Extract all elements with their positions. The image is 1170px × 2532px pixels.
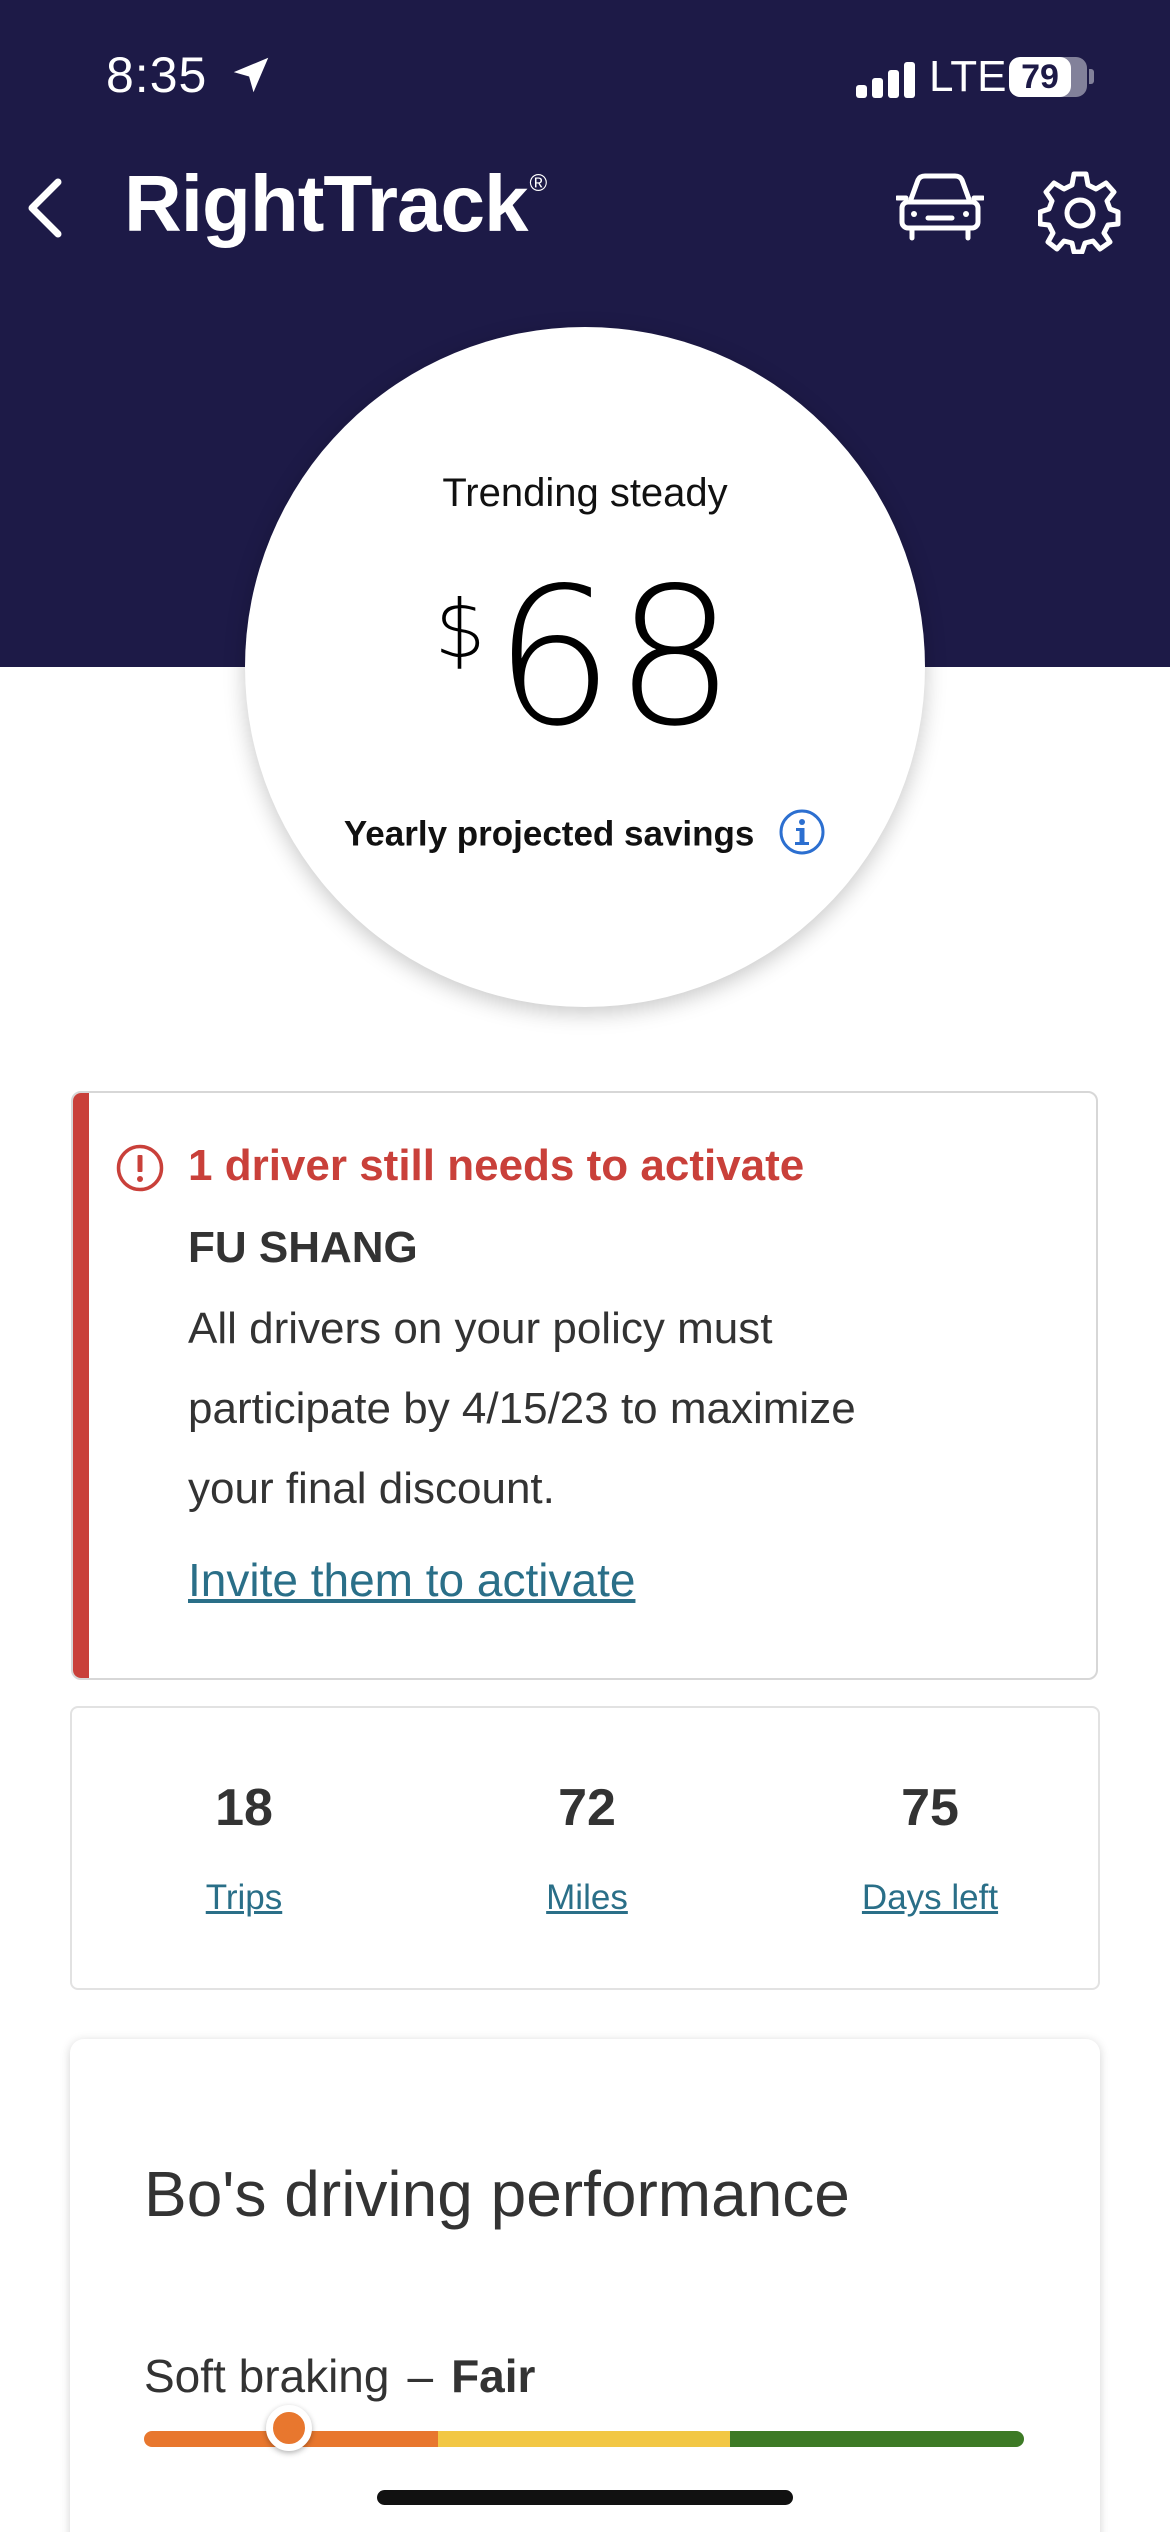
alert-message: All drivers on your policy must particip…	[188, 1304, 856, 1513]
status-bar: 8:35 LTE 79	[0, 0, 1170, 150]
separator: –	[407, 2350, 434, 2402]
scale-segment-good	[730, 2431, 1024, 2447]
activation-alert: 1 driver still needs to activate FU SHAN…	[71, 1091, 1098, 1680]
metric-rating: Fair	[451, 2350, 536, 2402]
savings-label: Yearly projected savings	[343, 814, 755, 854]
savings-card: Trending steady $68 Yearly projected sav…	[245, 327, 925, 1007]
stat-value: 75	[901, 1779, 959, 1837]
stat-miles: 72 Miles	[447, 1778, 727, 1918]
stat-days-left: 75 Days left	[790, 1778, 1070, 1918]
stat-trips: 18 Trips	[104, 1778, 384, 1918]
stat-link-trips[interactable]: Trips	[104, 1878, 384, 1918]
scale-marker	[266, 2405, 313, 2451]
car-icon[interactable]	[896, 168, 984, 244]
home-indicator	[377, 2490, 793, 2505]
performance-title: Bo's driving performance	[144, 2158, 850, 2230]
savings-trend: Trending steady	[442, 471, 728, 515]
location-arrow-icon	[233, 57, 269, 93]
stat-link-miles[interactable]: Miles	[447, 1878, 727, 1918]
scale-segment-fair	[438, 2431, 732, 2447]
battery-percent: 79	[1021, 58, 1059, 96]
currency-symbol: $	[434, 583, 486, 676]
braking-scale	[144, 2405, 1024, 2451]
trip-stats: 18 Trips 72 Miles 75 Days left	[70, 1706, 1100, 1990]
registered-mark: ®	[529, 170, 547, 197]
driving-performance-card: Bo's driving performance Soft braking – Fa…	[70, 2039, 1100, 2532]
network-type: LTE	[929, 52, 1007, 101]
chevron-left-icon[interactable]	[18, 170, 74, 246]
alert-accent-bar	[73, 1093, 89, 1678]
alert-title: 1 driver still needs to activate	[188, 1141, 805, 1190]
info-icon[interactable]	[778, 808, 826, 856]
soft-braking-label: Soft braking – Fair	[144, 2349, 535, 2403]
app-logo: RightTrack®	[124, 158, 547, 250]
battery-icon: 79	[1009, 57, 1087, 97]
stat-value: 72	[558, 1779, 616, 1837]
alert-icon	[116, 1144, 164, 1192]
battery-tip	[1089, 69, 1094, 84]
alert-driver-name: FU SHANG	[188, 1223, 418, 1272]
savings-label-row: Yearly projected savings	[245, 809, 925, 860]
savings-amount: $68	[245, 563, 925, 753]
logo-text: RightTrack	[124, 159, 528, 248]
stat-link-days-left[interactable]: Days left	[790, 1878, 1070, 1918]
metric-label: Soft braking	[144, 2350, 390, 2402]
invite-link[interactable]: Invite them to activate	[188, 1553, 635, 1607]
savings-value: 68	[493, 547, 736, 768]
gear-icon[interactable]	[1038, 170, 1122, 254]
stat-value: 18	[215, 1779, 273, 1837]
status-time: 8:35	[106, 47, 208, 103]
cellular-signal-icon	[856, 58, 916, 98]
